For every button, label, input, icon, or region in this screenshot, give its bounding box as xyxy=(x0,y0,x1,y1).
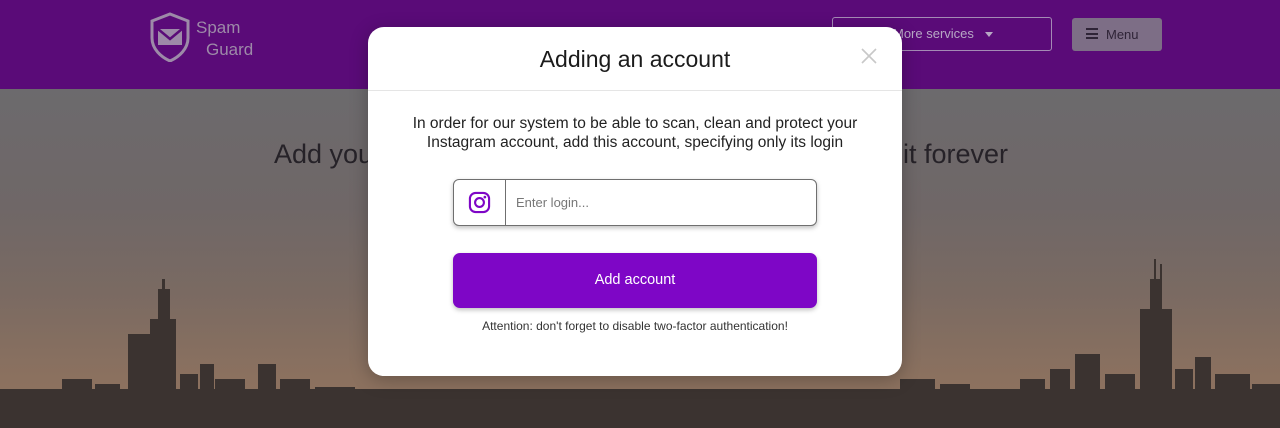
more-services-label: More services xyxy=(893,26,974,41)
login-field xyxy=(453,179,821,226)
instagram-icon xyxy=(468,191,491,214)
menu-button[interactable]: Menu xyxy=(1072,18,1162,51)
add-account-button[interactable]: Add account xyxy=(453,253,817,308)
close-icon xyxy=(861,48,877,64)
spam-guard-logo[interactable]: Spam Guard xyxy=(150,12,290,68)
modal-title: Adding an account xyxy=(539,46,731,72)
logo-text: Spam Guard xyxy=(196,17,253,61)
hero-text-right: it forever xyxy=(902,139,1008,169)
modal-description: In order for our system to be able to sc… xyxy=(412,115,858,151)
logo-line-1: Spam xyxy=(196,18,241,37)
attention-note: Attention: don't forget to disable two-f… xyxy=(482,319,788,333)
hamburger-icon xyxy=(1086,28,1098,39)
instagram-icon-box xyxy=(454,180,506,225)
close-button[interactable] xyxy=(860,47,878,65)
modal-divider xyxy=(368,90,902,91)
caret-down-icon xyxy=(985,32,993,37)
hero-text-left: Add you xyxy=(274,139,374,169)
shield-icon xyxy=(150,12,190,62)
add-account-modal: Adding an account In order for our syste… xyxy=(368,27,902,376)
login-input[interactable] xyxy=(506,180,821,225)
menu-label: Menu xyxy=(1106,27,1139,42)
logo-line-2: Guard xyxy=(206,40,254,59)
